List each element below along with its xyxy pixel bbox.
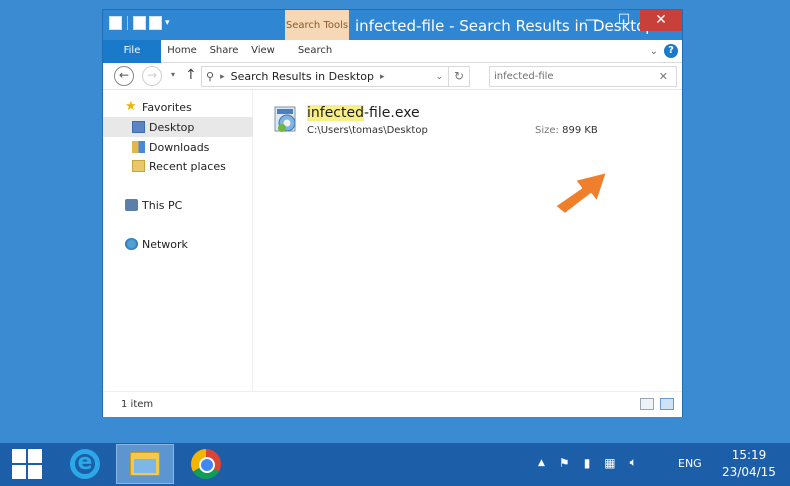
windows-logo-tile [28,449,42,463]
magnifier-icon[interactable] [109,16,122,30]
desktop-folder-icon [132,121,145,133]
chrome-icon [191,449,221,479]
recent-locations-chevron-icon[interactable]: ▾ [171,70,175,79]
expand-ribbon-chevron-icon[interactable]: ⌄ [650,46,658,57]
ribbon-right-controls: ⌄ ? [650,44,678,58]
file-explorer-window: ▾ Search Tools infected-file - Search Re… [102,9,683,417]
view-switcher [640,398,674,410]
tab-file[interactable]: File [103,40,161,63]
show-hidden-icons-chevron-icon[interactable]: ▲ [538,458,545,468]
toolbar-divider [127,16,128,30]
status-bar: 1 item [103,391,682,417]
sidebar-item-this-pc[interactable]: This PC [103,195,253,215]
sidebar-item-downloads[interactable]: Downloads [103,137,253,157]
chrome-taskbar-button[interactable] [177,444,235,484]
ribbon-tab-bar: File Home Share View Search ⌄ ? [103,40,682,63]
start-button[interactable] [12,449,42,479]
downloads-icon [132,141,145,153]
clock-time: 15:19 [731,448,767,462]
network-status-icon[interactable]: ▦ [604,456,615,470]
new-folder-icon[interactable] [149,16,162,30]
breadcrumb-chevron-icon[interactable]: ▸ [380,72,385,82]
system-tray: ▲ ⚑ ▮ ▦ 🔈︎ [538,455,637,470]
content-area: ★ Favorites Desktop Downloads Recent pla… [103,90,682,391]
breadcrumb-path[interactable]: Search Results in Desktop [231,70,374,83]
sidebar-item-recent-places[interactable]: Recent places [103,156,253,176]
properties-icon[interactable] [133,16,146,30]
details-view-icon[interactable] [640,398,654,410]
forward-button[interactable]: → [142,66,162,86]
item-count: 1 item [121,399,154,410]
executable-file-icon [274,106,296,132]
tab-search[interactable]: Search [291,40,339,63]
breadcrumb-chevron-icon[interactable]: ▸ [220,72,225,82]
file-explorer-taskbar-button[interactable] [116,444,174,484]
star-icon: ★ [125,99,137,114]
result-file-path: C:\Users\tomas\Desktop [307,125,428,136]
action-center-flag-icon[interactable]: ⚑ [559,456,570,470]
sidebar-item-desktop[interactable]: Desktop [103,117,253,137]
sidebar-item-favorites[interactable]: ★ Favorites [103,97,253,117]
windows-logo-tile [12,465,26,479]
window-controls: — ☐ ✕ [576,10,682,31]
tab-home[interactable]: Home [163,40,201,63]
search-term-highlight: infected [307,105,364,121]
tab-view[interactable]: View [247,40,279,63]
search-location-icon: ⚲ [206,70,215,83]
back-button[interactable]: ← [114,66,134,86]
search-result-item[interactable]: infected-file.exe C:\Users\tomas\Desktop… [273,104,673,144]
result-file-name[interactable]: infected-file.exe [307,105,420,121]
power-icon[interactable]: ▮ [584,456,591,470]
maximize-button[interactable]: ☐ [608,10,640,31]
recent-places-icon [132,160,145,172]
tab-share[interactable]: Share [205,40,243,63]
minimize-button[interactable]: — [576,10,608,31]
size-label: Size: [535,125,559,136]
search-box[interactable]: ✕ [489,66,677,87]
windows-logo-tile [12,449,26,463]
windows-logo-tile [28,465,42,479]
internet-explorer-icon: e [70,449,100,479]
file-explorer-icon [130,452,160,476]
large-icons-view-icon[interactable] [660,398,674,410]
clock-date: 23/04/15 [722,465,776,479]
address-bar[interactable]: ⚲ ▸ Search Results in Desktop ▸ ⌄ ↻ [201,66,470,87]
clock[interactable]: 15:19 23/04/15 [718,447,780,481]
internet-explorer-taskbar-button[interactable]: e [56,444,114,484]
search-input[interactable] [494,71,644,82]
result-file-size: Size: 899 KB [535,125,598,136]
navigation-pane: ★ Favorites Desktop Downloads Recent pla… [103,90,253,391]
file-name-rest: -file.exe [364,105,420,121]
sidebar-item-label: Desktop [149,120,195,134]
navigation-bar: ← → ▾ ↑ ⚲ ▸ Search Results in Desktop ▸ … [103,63,682,90]
quick-access-toolbar: ▾ [109,16,170,30]
network-icon [125,238,138,250]
volume-icon[interactable]: 🔈︎ [630,455,637,470]
orange-pointer-arrow-icon [554,171,608,215]
clear-search-icon[interactable]: ✕ [659,70,668,83]
sidebar-item-network[interactable]: Network [103,234,253,254]
sidebar-item-label: This PC [142,198,183,212]
size-value: 899 KB [562,125,598,136]
sidebar-item-label: Downloads [149,140,210,154]
title-bar[interactable]: ▾ Search Tools infected-file - Search Re… [103,10,682,40]
help-icon[interactable]: ? [664,44,678,58]
input-language-indicator[interactable]: ENG [678,457,702,470]
taskbar: e ▲ ⚑ ▮ ▦ 🔈︎ ENG 15:19 23/04/15 [0,443,790,486]
customize-toolbar-chevron-icon[interactable]: ▾ [165,18,170,28]
refresh-button[interactable]: ↻ [448,66,469,87]
computer-icon [125,199,138,211]
sidebar-item-label: Recent places [149,159,226,173]
address-dropdown-chevron-icon[interactable]: ⌄ [435,72,443,82]
close-button[interactable]: ✕ [640,10,682,31]
sidebar-item-label: Favorites [142,100,192,114]
sidebar-item-label: Network [142,237,188,251]
up-button[interactable]: ↑ [185,67,197,83]
search-tools-context-tab[interactable]: Search Tools [285,10,349,40]
